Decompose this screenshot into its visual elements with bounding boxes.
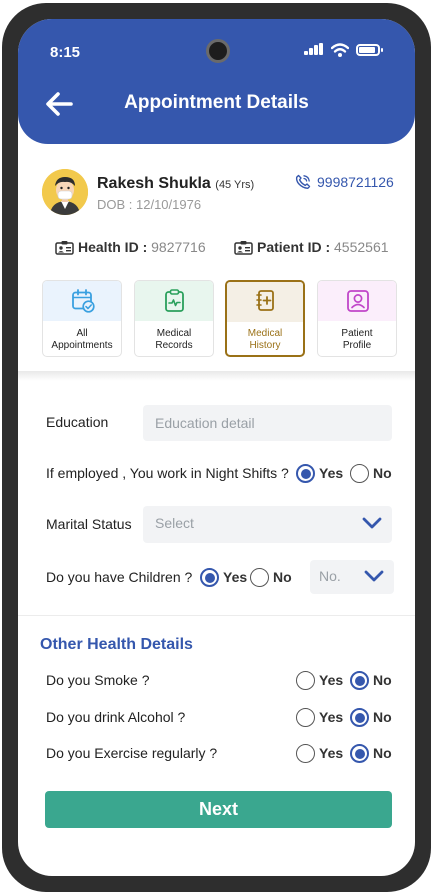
tab-icon-area bbox=[43, 281, 121, 321]
section-divider bbox=[18, 615, 415, 616]
exercise-no-radio[interactable]: No bbox=[350, 744, 395, 764]
tab-label: Medical History bbox=[227, 328, 303, 352]
marital-status-select[interactable]: Select bbox=[143, 506, 392, 543]
patient-id-text: Patient ID : 4552561 bbox=[257, 239, 389, 255]
tab-label-line2: Profile bbox=[342, 340, 372, 351]
radio-circle bbox=[250, 568, 269, 587]
calendar-check-icon bbox=[72, 289, 95, 313]
children-yes-radio[interactable]: Yes bbox=[200, 568, 250, 588]
night-shift-yes-radio[interactable]: Yes bbox=[296, 464, 346, 484]
night-shift-no-radio[interactable]: No bbox=[350, 464, 395, 484]
radio-circle bbox=[350, 744, 369, 763]
tab-label-line1: Medical bbox=[156, 328, 192, 339]
patient-name: Rakesh Shukla (45 Yrs) bbox=[97, 175, 254, 193]
marital-status-label: Marital Status bbox=[46, 516, 132, 532]
clipboard-pulse-icon bbox=[165, 289, 184, 312]
health-id-text: Health ID : 9827716 bbox=[78, 239, 206, 255]
radio-circle bbox=[350, 464, 369, 483]
tab-medical-records[interactable]: Medical Records bbox=[134, 280, 214, 357]
patient-id-label: Patient ID : bbox=[257, 239, 335, 255]
smoke-no-radio[interactable]: No bbox=[350, 671, 395, 691]
children-no-radio[interactable]: No bbox=[250, 568, 295, 588]
tab-all-appointments[interactable]: All Appointments bbox=[42, 280, 122, 357]
chevron-down-icon bbox=[364, 570, 384, 582]
children-count-value: No. bbox=[319, 568, 341, 584]
radio-label: No bbox=[373, 465, 392, 481]
next-button[interactable]: Next bbox=[45, 791, 392, 828]
id-card-icon bbox=[234, 241, 253, 255]
wifi-icon bbox=[331, 43, 349, 57]
alcohol-no-radio[interactable]: No bbox=[350, 708, 395, 728]
radio-label: No bbox=[273, 569, 292, 585]
tab-label: Patient Profile bbox=[318, 328, 396, 352]
radio-label: No bbox=[373, 672, 392, 688]
exercise-yes-radio[interactable]: Yes bbox=[296, 744, 346, 764]
tab-label: All Appointments bbox=[43, 328, 121, 352]
radio-circle bbox=[296, 671, 315, 690]
tab-patient-profile[interactable]: Patient Profile bbox=[317, 280, 397, 357]
radio-label: Yes bbox=[319, 745, 344, 761]
tab-label-line1: Medical bbox=[247, 328, 283, 339]
radio-label: Yes bbox=[223, 569, 248, 585]
radio-circle bbox=[350, 708, 369, 727]
patient-age: (45 Yrs) bbox=[215, 179, 255, 191]
health-id-value: 9827716 bbox=[151, 239, 206, 255]
avatar bbox=[42, 169, 88, 215]
other-health-title: Other Health Details bbox=[40, 636, 193, 653]
medical-book-icon bbox=[256, 290, 274, 311]
patient-id-value: 4552561 bbox=[334, 239, 389, 255]
status-icons bbox=[304, 43, 388, 57]
alcohol-yes-radio[interactable]: Yes bbox=[296, 708, 346, 728]
phone-frame: 8:15 Appointment Details Rakesh Shukla (… bbox=[2, 3, 431, 892]
tab-label-line2: Records bbox=[155, 340, 193, 351]
tab-icon-area bbox=[318, 281, 396, 321]
tab-label-line2: History bbox=[249, 340, 281, 351]
card-shadow bbox=[18, 371, 415, 381]
radio-circle bbox=[350, 671, 369, 690]
smoke-label: Do you Smoke ? bbox=[46, 672, 150, 688]
radio-label: No bbox=[373, 745, 392, 761]
radio-circle bbox=[200, 568, 219, 587]
patient-dob: DOB : 12/10/1976 bbox=[97, 197, 202, 212]
tab-label: Medical Records bbox=[135, 328, 213, 352]
camera-icon bbox=[206, 39, 230, 63]
id-card-icon bbox=[55, 241, 74, 255]
chevron-down-icon bbox=[362, 517, 382, 529]
patient-name-text: Rakesh Shukla bbox=[97, 175, 211, 192]
education-label: Education bbox=[46, 414, 109, 430]
radio-label: Yes bbox=[319, 709, 344, 725]
tab-icon-area bbox=[227, 282, 303, 322]
marital-status-value: Select bbox=[155, 515, 194, 531]
app-screen: 8:15 Appointment Details Rakesh Shukla (… bbox=[18, 19, 415, 876]
radio-circle bbox=[296, 464, 315, 483]
tab-medical-history[interactable]: Medical History bbox=[225, 280, 305, 357]
tab-label-line1: Patient bbox=[341, 328, 373, 339]
radio-label: Yes bbox=[319, 465, 344, 481]
signal-icon bbox=[304, 43, 326, 57]
tab-label-line2: Appointments bbox=[51, 340, 113, 351]
app-header: 8:15 Appointment Details bbox=[18, 19, 415, 144]
status-time: 8:15 bbox=[50, 44, 81, 61]
night-shift-label: If employed , You work in Night Shifts ? bbox=[46, 465, 289, 481]
radio-circle bbox=[296, 744, 315, 763]
radio-circle bbox=[296, 708, 315, 727]
phone-call-icon bbox=[295, 174, 311, 189]
tab-label-line1: All bbox=[76, 328, 88, 339]
page-title: Appointment Details bbox=[124, 92, 309, 113]
exercise-label: Do you Exercise regularly ? bbox=[46, 745, 218, 761]
radio-label: No bbox=[373, 709, 392, 725]
avatar-illustration bbox=[42, 169, 88, 215]
smoke-yes-radio[interactable]: Yes bbox=[296, 671, 346, 691]
battery-icon bbox=[356, 44, 383, 56]
alcohol-label: Do you drink Alcohol ? bbox=[46, 709, 186, 725]
profile-card-icon bbox=[347, 290, 369, 312]
phone-number: 9998721126 bbox=[317, 174, 394, 190]
education-input[interactable]: Education detail bbox=[143, 405, 392, 441]
radio-label: Yes bbox=[319, 672, 344, 688]
children-label: Do you have Children ? bbox=[46, 569, 193, 585]
health-id-label: Health ID : bbox=[78, 239, 152, 255]
tab-icon-area bbox=[135, 281, 213, 321]
children-count-select[interactable]: No. bbox=[310, 560, 394, 594]
